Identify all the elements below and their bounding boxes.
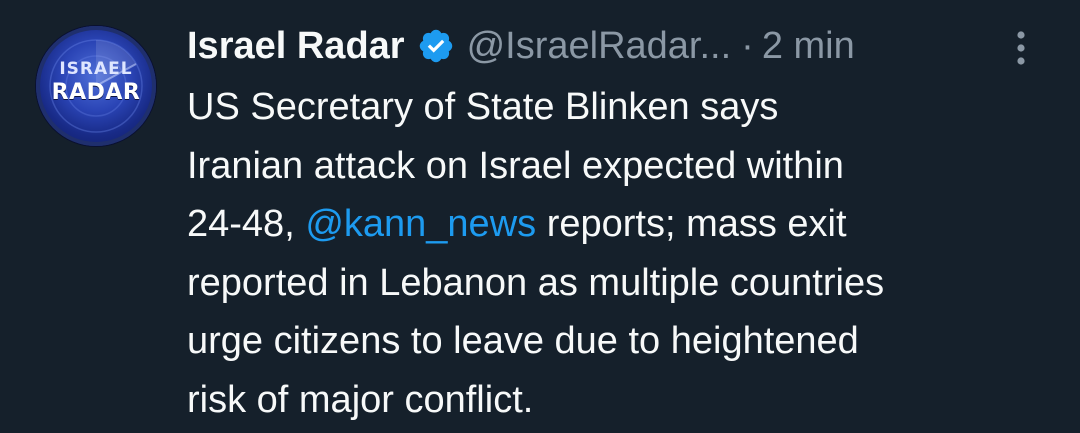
tweet-text-line: urge citizens to leave due to heightened (187, 312, 1067, 371)
tweet-timestamp[interactable]: 2 min (762, 25, 855, 68)
tweet-text-segment: reported in Lebanon as multiple countrie… (187, 261, 885, 304)
tweet-text-line: reported in Lebanon as multiple countrie… (187, 254, 1067, 313)
author-display-name[interactable]: Israel Radar (187, 25, 405, 68)
tweet-text-line: risk of major conflict. (187, 371, 1067, 430)
tweet-text-segment: urge citizens to leave due to heightened (187, 320, 859, 362)
tweet-text-segment: reports; mass exit (536, 203, 847, 245)
author-handle[interactable]: @IsraelRadar... (467, 25, 732, 68)
tweet[interactable]: ISRAEL RADAR Israel Radar @IsraelRadar..… (0, 0, 1080, 433)
tweet-text-line: US Secretary of State Blinken says (187, 78, 1067, 137)
more-vertical-icon[interactable] (1010, 28, 1032, 68)
mention-link[interactable]: @kann_news (305, 203, 536, 245)
tweet-text-segment: US Secretary of State Blinken says (187, 86, 779, 128)
tweet-text-segment: risk of major conflict. (187, 378, 534, 421)
verified-badge-icon (417, 27, 455, 65)
tweet-text: US Secretary of State Blinken says Irani… (187, 78, 1067, 429)
tweet-header: Israel Radar @IsraelRadar... · 2 min (187, 18, 855, 74)
header-separator: · (741, 24, 754, 67)
tweet-text-line: 24-48, @kann_news reports; mass exit (187, 195, 1067, 254)
tweet-text-segment: Iranian attack on Israel expected within (187, 144, 844, 187)
tweet-text-segment: 24-48, (187, 203, 306, 245)
tweet-text-line: Iranian attack on Israel expected within (187, 137, 1067, 196)
avatar-logo-top-text: ISRAEL (59, 59, 133, 79)
avatar[interactable]: ISRAEL RADAR (36, 26, 156, 146)
avatar-logo-bottom-text: RADAR (51, 80, 141, 105)
